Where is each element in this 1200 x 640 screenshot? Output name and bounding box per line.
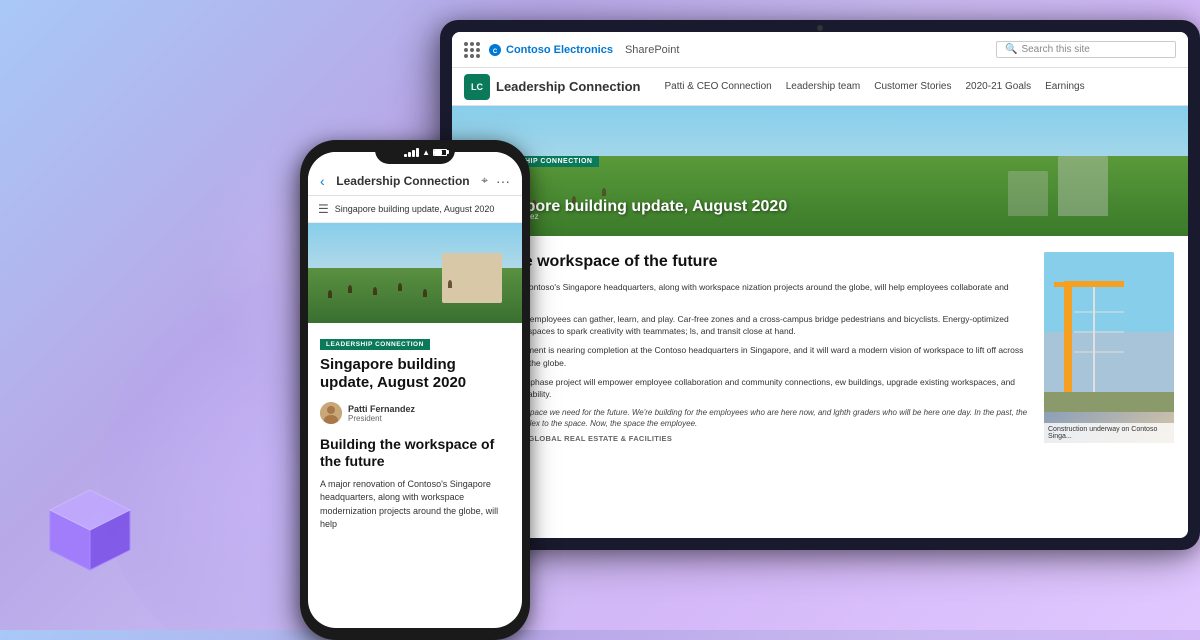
phone-device: ▲ ‹ Leadership Connection ⌖ ··· ☰ Singap… [300, 140, 530, 640]
phone-notch: ▲ [375, 140, 455, 164]
phone-person-4 [398, 283, 402, 291]
signal-bar-4 [416, 148, 419, 157]
sharepoint-label: SharePoint [625, 44, 679, 56]
phone-screen: ‹ Leadership Connection ⌖ ··· ☰ Singapor… [308, 152, 522, 628]
phone-author-row: Patti Fernandez President [320, 402, 510, 424]
building-silhouette-2 [1008, 171, 1048, 216]
phone-outer: ▲ ‹ Leadership Connection ⌖ ··· ☰ Singap… [300, 140, 530, 640]
tablet-camera [817, 25, 823, 31]
tablet-outer: C Contoso Electronics SharePoint 🔍 Searc… [440, 20, 1200, 550]
phone-article-image [308, 223, 522, 323]
phone-back-button[interactable]: ‹ [320, 173, 325, 189]
phone-avatar [320, 402, 342, 424]
signal-bars [404, 148, 419, 157]
phone-person-3 [373, 287, 377, 295]
search-icon: 🔍 [1005, 44, 1017, 55]
tablet-content: lding the workspace of the future r reno… [452, 236, 1188, 459]
article-para-4: logy-fueled, multiphase project will emp… [466, 376, 1032, 402]
crane-svg [1044, 252, 1174, 412]
phone-content: ☰ Singapore building update, August 2020 [308, 196, 522, 628]
nav-item-goals[interactable]: 2020-21 Goals [966, 81, 1032, 92]
tablet-nav: LC Leadership Connection Patti & CEO Con… [452, 68, 1188, 106]
contoso-logo-icon: C [488, 43, 502, 57]
phone-bookmark-icon[interactable]: ⌖ [481, 173, 488, 188]
nav-item-customer[interactable]: Customer Stories [874, 81, 951, 92]
phone-person-5 [423, 289, 427, 297]
phone-body-text: A major renovation of Contoso's Singapor… [320, 478, 510, 532]
phone-person-1 [328, 290, 332, 298]
person-5 [602, 188, 606, 196]
tablet-sidebar-image: Construction underway on Contoso Singa..… [1044, 252, 1174, 443]
tablet-search[interactable]: 🔍 Search this site [996, 41, 1176, 58]
sidebar-caption: Construction underway on Contoso Singa..… [1044, 423, 1174, 443]
building-silhouette [1058, 156, 1108, 216]
article-para-3: major redevelopment is nearing completio… [466, 344, 1032, 370]
logo-text: Contoso Electronics [506, 44, 613, 56]
nav-item-patti[interactable]: Patti & CEO Connection [664, 81, 771, 92]
phone-article-title: Singapore building update, August 2020 [320, 356, 510, 392]
nav-logo-icon: LC [464, 74, 490, 100]
phone-author-title: President [348, 414, 415, 423]
avatar-img [320, 402, 342, 424]
cube-decoration [30, 480, 150, 600]
sidebar-img-content: Construction underway on Contoso Singa..… [1044, 252, 1174, 443]
article-quote: ilding the kind of space we need for the… [466, 407, 1032, 429]
nav-site-title: Leadership Connection [496, 79, 640, 94]
tablet-logo[interactable]: C Contoso Electronics [488, 43, 613, 57]
phone-article-body: LEADERSHIP CONNECTION Singapore building… [308, 323, 522, 542]
battery-fill [434, 150, 442, 155]
article-para-2: nity plaza where employees can gather, l… [466, 313, 1032, 339]
tablet-hero: LEADERSHIP CONNECTION Singapore building… [452, 106, 1188, 236]
signal-bar-1 [404, 154, 407, 157]
wifi-icon: ▲ [422, 148, 430, 157]
svg-text:C: C [493, 49, 498, 55]
tablet-device: C Contoso Electronics SharePoint 🔍 Searc… [440, 20, 1200, 550]
article-attribution: CILIANI, GM OF GLOBAL REAL ESTATE & FACI… [466, 434, 1032, 443]
search-placeholder: Search this site [1021, 44, 1089, 55]
battery-icon [433, 149, 447, 156]
phone-article-label: LEADERSHIP CONNECTION [320, 339, 430, 350]
phone-title: Leadership Connection [333, 174, 474, 188]
signal-bar-2 [408, 152, 411, 157]
tablet-top-bar: C Contoso Electronics SharePoint 🔍 Searc… [452, 32, 1188, 68]
phone-menu-bar: ☰ Singapore building update, August 2020 [308, 196, 522, 223]
phone-menu-text: Singapore building update, August 2020 [335, 204, 495, 214]
phone-author-name: Patti Fernandez [348, 404, 415, 414]
signal-bar-3 [412, 150, 415, 157]
article-para-1: r renovation of Contoso's Singapore head… [466, 281, 1032, 307]
phone-more-button[interactable]: ··· [496, 173, 510, 189]
tablet-screen: C Contoso Electronics SharePoint 🔍 Searc… [452, 32, 1188, 538]
article-main-title: lding the workspace of the future [466, 252, 1032, 271]
nav-logo-box[interactable]: LC Leadership Connection [464, 74, 640, 100]
nav-items: Patti & CEO Connection Leadership team C… [664, 81, 1084, 92]
nav-item-earnings[interactable]: Earnings [1045, 81, 1084, 92]
phone-person-2 [348, 285, 352, 293]
phone-person-6 [448, 280, 452, 288]
nav-item-leadership[interactable]: Leadership team [786, 81, 861, 92]
phone-section-title: Building the workspace of the future [320, 436, 510, 470]
phone-menu-icon[interactable]: ☰ [318, 202, 329, 216]
tablet-article: lding the workspace of the future r reno… [466, 252, 1032, 443]
phone-author-info: Patti Fernandez President [348, 404, 415, 423]
phone-img-building [442, 253, 502, 303]
waffle-icon [464, 42, 480, 58]
